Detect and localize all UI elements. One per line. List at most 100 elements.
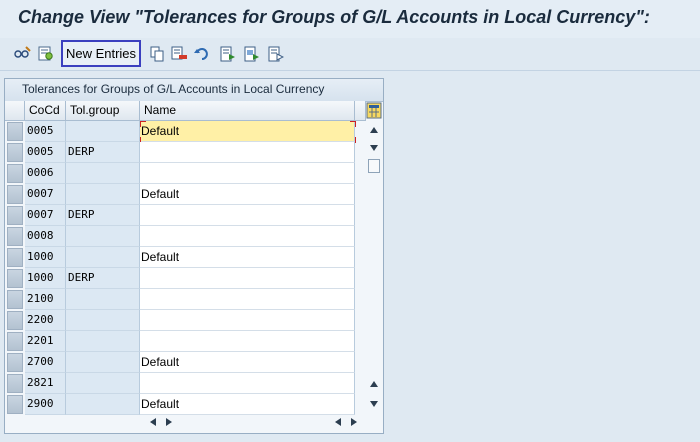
- cell-tolerance-group: [66, 163, 140, 184]
- table-row: 1000 Default: [5, 247, 361, 268]
- select-all-icon[interactable]: [218, 45, 236, 63]
- scrollbar-thumb[interactable]: [368, 159, 380, 173]
- arrow-right-icon: [351, 418, 357, 426]
- scroll-down-bottom-button[interactable]: [366, 397, 382, 411]
- row-selector[interactable]: [7, 248, 23, 267]
- table-row: 0007 DERP: [5, 205, 361, 226]
- column-header-cocd[interactable]: CoCd: [25, 101, 66, 121]
- cell-name-input[interactable]: [140, 205, 355, 226]
- scroll-right-end-button[interactable]: [347, 415, 361, 429]
- table-row: 2100: [5, 289, 361, 310]
- table-row: 0006: [5, 163, 361, 184]
- table-row: 2700 Default: [5, 352, 361, 373]
- table-row: 0007 Default: [5, 184, 361, 205]
- scroll-up-top-button[interactable]: [366, 123, 382, 137]
- cell-tolerance-group: [66, 226, 140, 247]
- cell-company-code: 0006: [25, 163, 66, 184]
- row-selector[interactable]: [7, 143, 23, 162]
- cell-tolerance-group: DERP: [66, 205, 140, 226]
- table-row: 0005 DERP: [5, 142, 361, 163]
- focus-marker: [350, 121, 356, 127]
- cell-name-input[interactable]: Default: [140, 121, 355, 142]
- cell-tolerance-group: DERP: [66, 268, 140, 289]
- cell-name-input[interactable]: [140, 310, 355, 331]
- arrow-down-icon: [370, 145, 378, 151]
- table-header: CoCd Tol.group Name: [5, 101, 383, 121]
- table-title-bar: Tolerances for Groups of G/L Accounts in…: [5, 79, 383, 102]
- cell-name-input[interactable]: [140, 373, 355, 394]
- row-selector[interactable]: [7, 122, 23, 141]
- cell-name-input[interactable]: [140, 268, 355, 289]
- table-row: 2900 Default: [5, 394, 361, 415]
- arrow-up-icon: [370, 127, 378, 133]
- cell-name-input[interactable]: [140, 226, 355, 247]
- scroll-down-top-button[interactable]: [366, 141, 382, 155]
- table-control: Tolerances for Groups of G/L Accounts in…: [4, 78, 384, 434]
- row-selector[interactable]: [7, 206, 23, 225]
- cell-company-code: 0008: [25, 226, 66, 247]
- scroll-up-bottom-button[interactable]: [366, 377, 382, 391]
- table-settings-icon[interactable]: [366, 102, 382, 119]
- title-bar: Change View "Tolerances for Groups of G/…: [0, 0, 700, 39]
- arrow-left-icon: [335, 418, 341, 426]
- scroll-left-button[interactable]: [146, 415, 160, 429]
- row-selector[interactable]: [7, 353, 23, 372]
- delete-icon[interactable]: [170, 45, 188, 63]
- column-header-name[interactable]: Name: [140, 101, 355, 121]
- cell-name-input[interactable]: Default: [140, 247, 355, 268]
- cell-company-code: 2100: [25, 289, 66, 310]
- cell-tolerance-group: [66, 184, 140, 205]
- cell-company-code: 0007: [25, 205, 66, 226]
- column-header-tol-group[interactable]: Tol.group: [66, 101, 140, 121]
- undo-icon[interactable]: [193, 45, 211, 63]
- other-view-icon[interactable]: [37, 45, 55, 63]
- vertical-scrollbar[interactable]: [366, 121, 382, 411]
- arrow-up-icon: [370, 381, 378, 387]
- page-title: Change View "Tolerances for Groups of G/…: [18, 7, 650, 27]
- cell-company-code: 2200: [25, 310, 66, 331]
- cell-name-input[interactable]: [140, 163, 355, 184]
- cell-company-code: 0005: [25, 121, 66, 142]
- row-selector[interactable]: [7, 227, 23, 246]
- cell-company-code: 1000: [25, 247, 66, 268]
- deselect-all-icon[interactable]: [266, 45, 284, 63]
- row-selector[interactable]: [7, 185, 23, 204]
- cell-name-input[interactable]: [140, 331, 355, 352]
- display-change-icon[interactable]: [13, 45, 31, 63]
- cell-name-input[interactable]: Default: [140, 184, 355, 205]
- new-entries-button[interactable]: New Entries: [61, 40, 141, 67]
- cell-name-input[interactable]: Default: [140, 394, 355, 415]
- row-selector[interactable]: [7, 269, 23, 288]
- table-row: 0008: [5, 226, 361, 247]
- row-selector[interactable]: [7, 332, 23, 351]
- cell-company-code: 2821: [25, 373, 66, 394]
- scroll-left-end-button[interactable]: [331, 415, 345, 429]
- cell-company-code: 2900: [25, 394, 66, 415]
- horizontal-scrollbar[interactable]: [140, 413, 366, 431]
- cell-tolerance-group: [66, 394, 140, 415]
- cell-company-code: 2700: [25, 352, 66, 373]
- cell-name-input[interactable]: [140, 289, 355, 310]
- cell-tolerance-group: [66, 310, 140, 331]
- arrow-down-icon: [370, 401, 378, 407]
- cell-tolerance-group: [66, 247, 140, 268]
- copy-icon[interactable]: [148, 45, 166, 63]
- select-all-rows-cell[interactable]: [5, 101, 25, 121]
- select-block-icon[interactable]: [242, 45, 260, 63]
- cell-tolerance-group: [66, 373, 140, 394]
- table-row: 2821: [5, 373, 361, 394]
- row-selector[interactable]: [7, 395, 23, 414]
- scroll-right-button[interactable]: [162, 415, 176, 429]
- focus-marker: [140, 121, 146, 127]
- cell-name-input[interactable]: Default: [140, 352, 355, 373]
- row-selector[interactable]: [7, 311, 23, 330]
- cell-name-input[interactable]: [140, 142, 355, 163]
- cell-company-code: 0005: [25, 142, 66, 163]
- row-selector[interactable]: [7, 164, 23, 183]
- cell-tolerance-group: [66, 289, 140, 310]
- cell-tolerance-group: [66, 331, 140, 352]
- arrow-right-icon: [166, 418, 172, 426]
- row-selector[interactable]: [7, 290, 23, 309]
- cell-tolerance-group: [66, 352, 140, 373]
- row-selector[interactable]: [7, 374, 23, 393]
